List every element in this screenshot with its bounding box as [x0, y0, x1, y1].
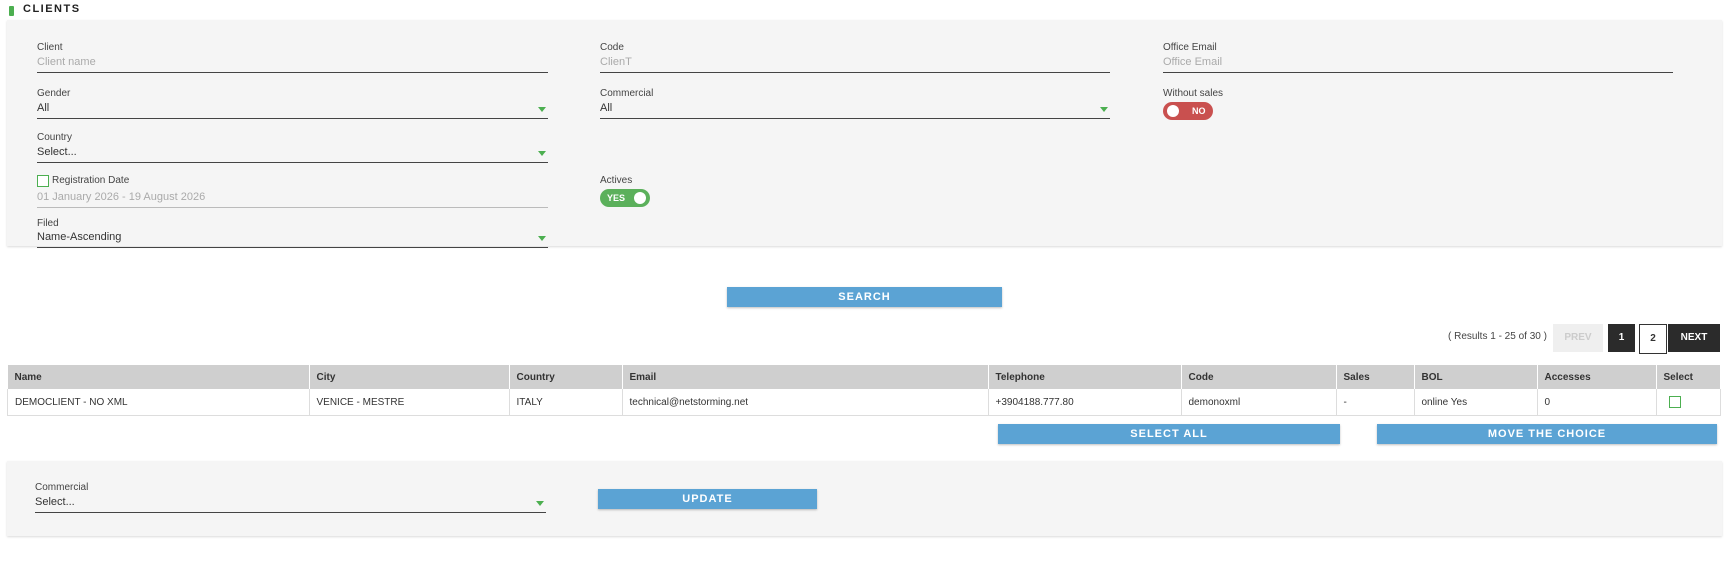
table-row[interactable]: DEMOCLIENT - NO XML VENICE - MESTRE ITAL… [7, 389, 1721, 416]
col-country: Country [509, 365, 623, 389]
office-email-input[interactable]: Office Email [1163, 56, 1673, 73]
filed-label: Filed [37, 218, 59, 229]
chevron-down-icon [538, 151, 546, 156]
select-all-button[interactable]: SELECT ALL [998, 424, 1340, 444]
chevron-down-icon [538, 107, 546, 112]
cell-select [1656, 389, 1721, 416]
toggle-knob [634, 192, 646, 204]
actives-state: YES [607, 193, 626, 203]
page-title: CLIENTS [23, 3, 81, 15]
chevron-down-icon [538, 236, 546, 241]
bulk-commercial-value: Select... [35, 496, 75, 508]
office-email-label: Office Email [1163, 42, 1217, 53]
cell-sales: - [1336, 389, 1415, 416]
col-select: Select [1656, 365, 1721, 389]
registration-date-checkbox[interactable] [37, 175, 49, 187]
cell-name: DEMOCLIENT - NO XML [7, 389, 310, 416]
col-telephone: Telephone [988, 365, 1182, 389]
commercial-label: Commercial [600, 88, 654, 99]
cell-city: VENICE - MESTRE [309, 389, 510, 416]
client-input[interactable]: Client name [37, 56, 548, 73]
prev-button[interactable]: PREV [1553, 324, 1603, 352]
clients-table: Name City Country Email Telephone Code S… [7, 365, 1721, 416]
cell-code: demonoxml [1181, 389, 1337, 416]
bulk-commercial-label: Commercial [35, 482, 89, 493]
table-header-row: Name City Country Email Telephone Code S… [7, 365, 1721, 389]
client-placeholder: Client name [37, 56, 96, 68]
country-value: Select... [37, 146, 77, 158]
commercial-value: All [600, 102, 613, 114]
gender-select[interactable]: All [37, 102, 548, 119]
col-name: Name [7, 365, 310, 389]
registration-date-input[interactable]: 01 January 2026 - 19 August 2026 [37, 191, 548, 208]
gender-value: All [37, 102, 50, 114]
client-label: Client [37, 42, 63, 53]
without-sales-label: Without sales [1163, 88, 1224, 99]
country-label: Country [37, 132, 73, 143]
without-sales-toggle[interactable]: NO [1163, 102, 1213, 120]
results-count: ( Results 1 - 25 of 30 ) [1448, 331, 1547, 342]
filed-value: Name-Ascending [37, 231, 122, 243]
code-input[interactable]: ClienT [600, 56, 1110, 73]
col-code: Code [1181, 365, 1337, 389]
bulk-commercial-select[interactable]: Select... [35, 496, 546, 513]
code-placeholder: ClienT [600, 56, 632, 68]
col-city: City [309, 365, 510, 389]
update-button[interactable]: UPDATE [598, 489, 817, 509]
cell-email: technical@netstorming.net [622, 389, 989, 416]
page-1-button[interactable]: 1 [1608, 324, 1635, 352]
code-label: Code [600, 42, 624, 53]
actives-toggle[interactable]: YES [600, 189, 650, 207]
next-button[interactable]: NEXT [1668, 324, 1720, 352]
filter-panel [7, 20, 1722, 246]
col-email: Email [622, 365, 989, 389]
row-select-checkbox[interactable] [1668, 396, 1681, 408]
without-sales-state: NO [1192, 106, 1206, 116]
filed-select[interactable]: Name-Ascending [37, 231, 548, 248]
col-sales: Sales [1336, 365, 1415, 389]
cell-telephone: +3904188.777.80 [988, 389, 1182, 416]
cell-country: ITALY [509, 389, 623, 416]
country-select[interactable]: Select... [37, 146, 548, 163]
gender-label: Gender [37, 88, 71, 99]
move-choice-button[interactable]: MOVE THE CHOICE [1377, 424, 1717, 444]
cell-bol: online Yes [1414, 389, 1538, 416]
toggle-knob [1167, 105, 1179, 117]
chevron-down-icon [1100, 107, 1108, 112]
registration-date-label: Registration Date [52, 175, 130, 186]
office-email-placeholder: Office Email [1163, 56, 1223, 68]
registration-date-value: 01 January 2026 - 19 August 2026 [37, 191, 206, 203]
actives-label: Actives [600, 175, 633, 186]
col-accesses: Accesses [1537, 365, 1657, 389]
page-2-button[interactable]: 2 [1639, 324, 1667, 354]
cell-accesses: 0 [1537, 389, 1657, 416]
search-button[interactable]: SEARCH [727, 287, 1002, 307]
chevron-down-icon [536, 501, 544, 506]
section-marker [9, 6, 14, 16]
col-bol: BOL [1414, 365, 1538, 389]
commercial-select[interactable]: All [600, 102, 1110, 119]
